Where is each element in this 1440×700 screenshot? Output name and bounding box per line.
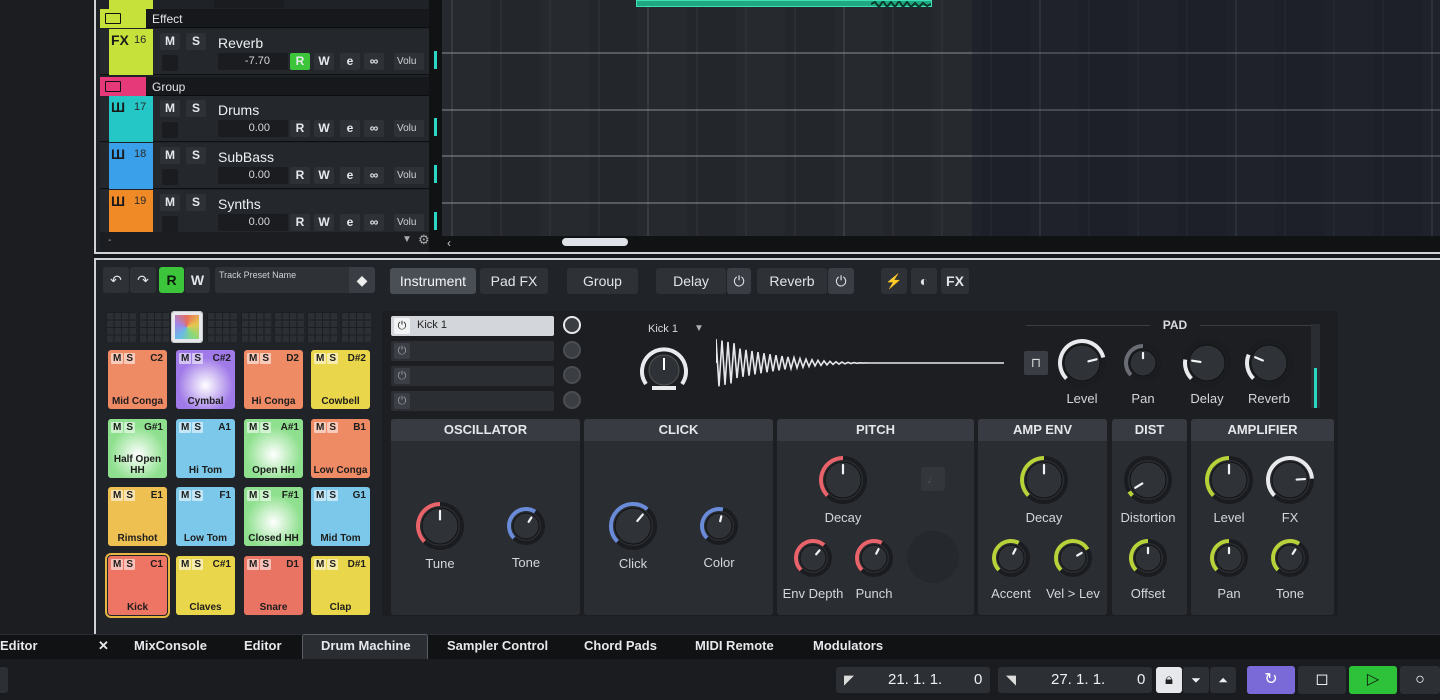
tab-chord-pads[interactable]: Chord Pads <box>584 638 657 653</box>
right-locator-icon: ◥ <box>1006 672 1016 687</box>
record-icon[interactable]: ○ <box>1400 666 1440 694</box>
tab-modulators[interactable]: Modulators <box>813 638 883 653</box>
knob-label: Tune <box>425 556 455 571</box>
tab-editor[interactable]: Editor <box>244 638 282 653</box>
knob-label: Click <box>618 556 648 571</box>
knob-label: Decay <box>824 510 862 525</box>
punch-in-icon[interactable]: ⏷ <box>1183 667 1209 693</box>
tab-mixconsole[interactable]: MixConsole <box>134 638 207 653</box>
knob-label: Tone <box>511 555 541 570</box>
punch-out-icon[interactable]: ⏶ <box>1210 667 1236 693</box>
knob[interactable] <box>1245 339 1293 387</box>
left-locator-ticks: 0 <box>974 671 983 688</box>
knob[interactable] <box>507 507 545 545</box>
play-icon[interactable]: ▷ <box>1349 666 1397 694</box>
tab-drum-machine[interactable]: Drum Machine <box>321 638 411 653</box>
knob[interactable] <box>1129 539 1167 577</box>
right-locator[interactable]: ◥ 27. 1. 1. 0 <box>998 667 1152 693</box>
tab-sampler-control[interactable]: Sampler Control <box>447 638 548 653</box>
knob[interactable] <box>1210 539 1248 577</box>
stop-icon[interactable]: ◻ <box>1298 666 1346 694</box>
knob[interactable] <box>1054 539 1092 577</box>
knob[interactable] <box>1058 339 1106 387</box>
knob-label: Decay <box>1025 510 1063 525</box>
knob[interactable] <box>819 456 867 504</box>
daw-window: Effect Group FX 16 M S Reverb -7.70 R W … <box>0 0 1440 700</box>
knob[interactable] <box>700 507 738 545</box>
knob[interactable] <box>1124 456 1172 504</box>
left-locator-icon: ◤ <box>844 672 854 687</box>
knob[interactable] <box>794 539 832 577</box>
knob-label: Tone <box>1275 586 1305 601</box>
knob[interactable] <box>1205 456 1253 504</box>
knob[interactable] <box>1124 344 1162 382</box>
right-locator-ticks: 0 <box>1137 671 1146 688</box>
knob-label: Distortion <box>1120 510 1176 525</box>
knob-label: FX <box>1281 510 1299 525</box>
knob-label: Offset <box>1130 586 1166 601</box>
transport-left-stub <box>0 667 8 693</box>
knob[interactable] <box>1183 339 1231 387</box>
left-locator[interactable]: ◤ 21. 1. 1. 0 <box>836 667 990 693</box>
knob[interactable] <box>855 539 893 577</box>
close-icon[interactable]: ✕ <box>98 638 109 654</box>
knob[interactable] <box>1271 539 1309 577</box>
knob[interactable] <box>609 502 657 550</box>
tab-midi-remote[interactable]: MIDI Remote <box>695 638 774 653</box>
tab-editor-left[interactable]: Editor <box>0 638 38 653</box>
knob[interactable] <box>416 502 464 550</box>
knob[interactable] <box>992 539 1030 577</box>
knob-label: Punch <box>855 586 893 601</box>
left-locator-value: 21. 1. 1. <box>888 671 943 688</box>
knob[interactable] <box>1020 456 1068 504</box>
right-locator-value: 27. 1. 1. <box>1051 671 1106 688</box>
knob-label: Color <box>703 555 735 570</box>
cycle-loop-icon[interactable]: ↻ <box>1247 666 1295 694</box>
knob-label: Reverb <box>1248 391 1290 406</box>
knob[interactable] <box>1266 456 1314 504</box>
lock-icon[interactable]: 🔒︎ <box>1156 667 1182 693</box>
